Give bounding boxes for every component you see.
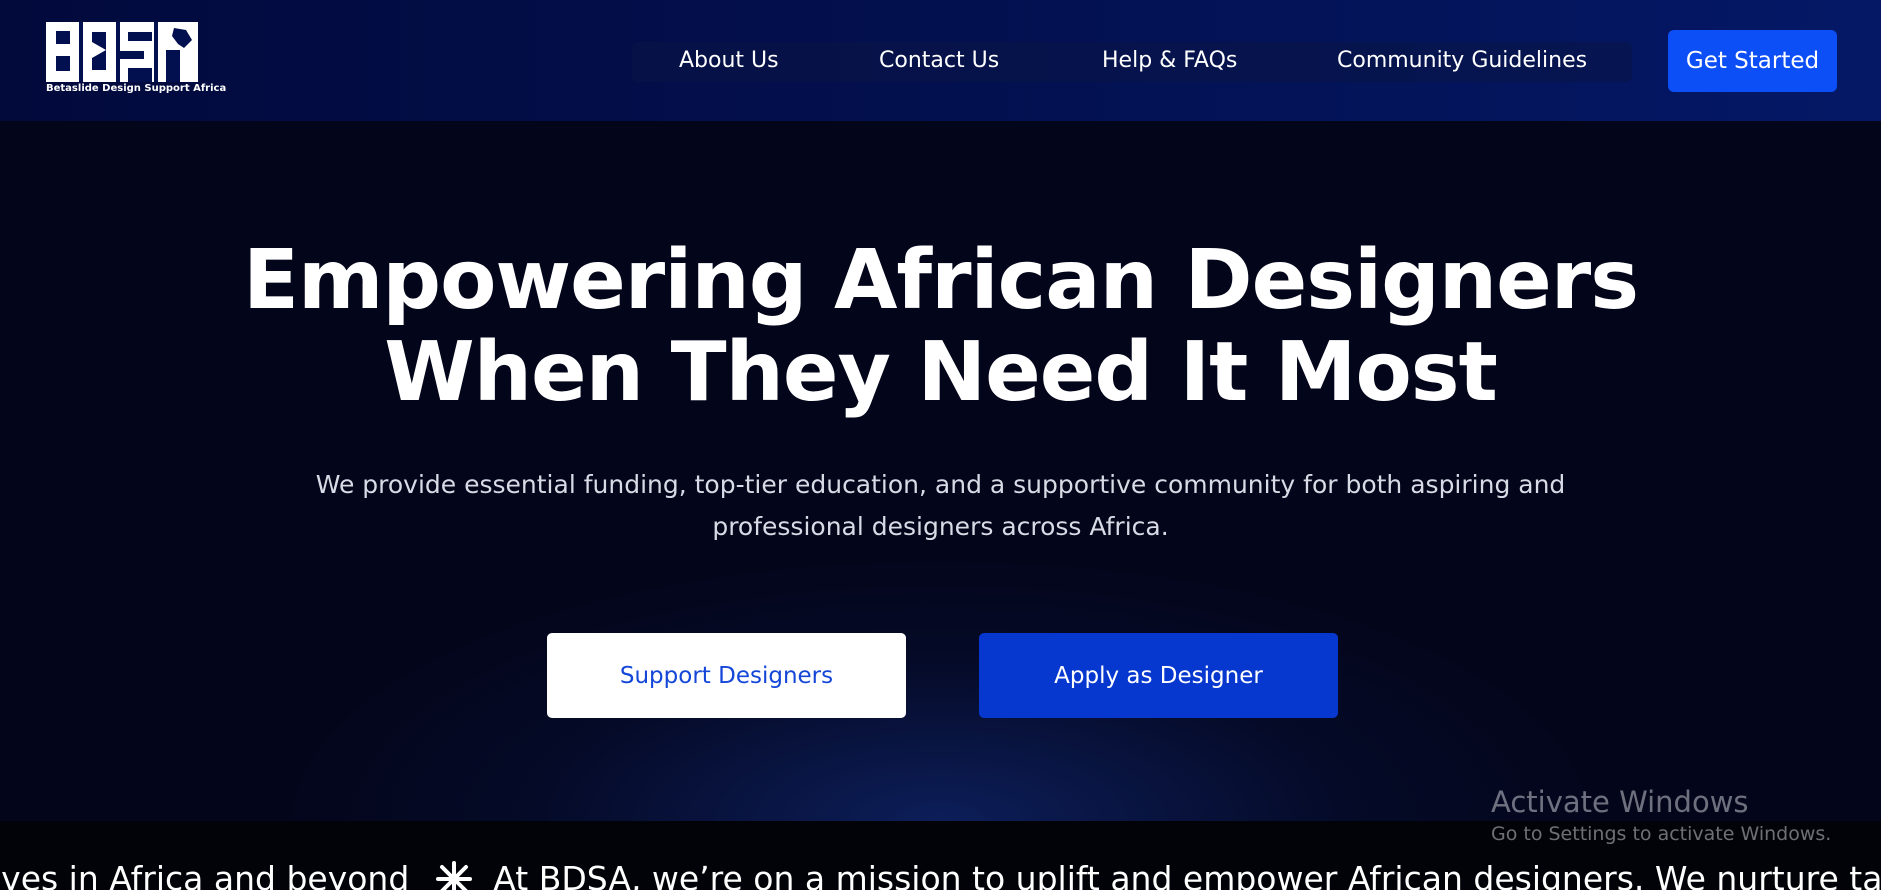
ticker-text-before: ives in Africa and beyond: [0, 859, 410, 890]
nav-community-guidelines[interactable]: Community Guidelines: [1337, 46, 1587, 76]
apply-as-designer-button[interactable]: Apply as Designer: [979, 633, 1338, 718]
ticker-track: ives in Africa and beyond At BDSA, we’re…: [0, 859, 1881, 890]
asterisk-star-icon: [435, 860, 473, 890]
logo-mark: [46, 22, 198, 82]
hero-subtitle-line-1: We provide essential funding, top-tier e…: [315, 470, 1566, 499]
logo-tagline: Betaslide Design Support Africa: [46, 83, 227, 94]
ticker-text-after: At BDSA, we’re on a mission to uplift an…: [493, 859, 1881, 890]
activate-windows-watermark: Activate Windows Go to Settings to activ…: [1491, 785, 1831, 849]
site-header: Betaslide Design Support Africa About Us…: [0, 0, 1881, 121]
hero-subtitle-line-2: professional designers across Africa.: [712, 512, 1169, 541]
nav-about-us[interactable]: About Us: [679, 46, 779, 76]
watermark-title: Activate Windows: [1491, 785, 1749, 819]
get-started-button[interactable]: Get Started: [1668, 30, 1837, 92]
hero-title-line-1: Empowering African Designers: [242, 233, 1639, 328]
watermark-subtitle: Go to Settings to activate Windows.: [1491, 823, 1832, 845]
bdsa-logo[interactable]: Betaslide Design Support Africa: [46, 22, 227, 100]
support-designers-button[interactable]: Support Designers: [547, 633, 906, 718]
hero-title-line-2: When They Need It Most: [384, 325, 1498, 420]
nav-contact-us[interactable]: Contact Us: [879, 46, 999, 76]
nav-help-faqs[interactable]: Help & FAQs: [1102, 46, 1237, 76]
